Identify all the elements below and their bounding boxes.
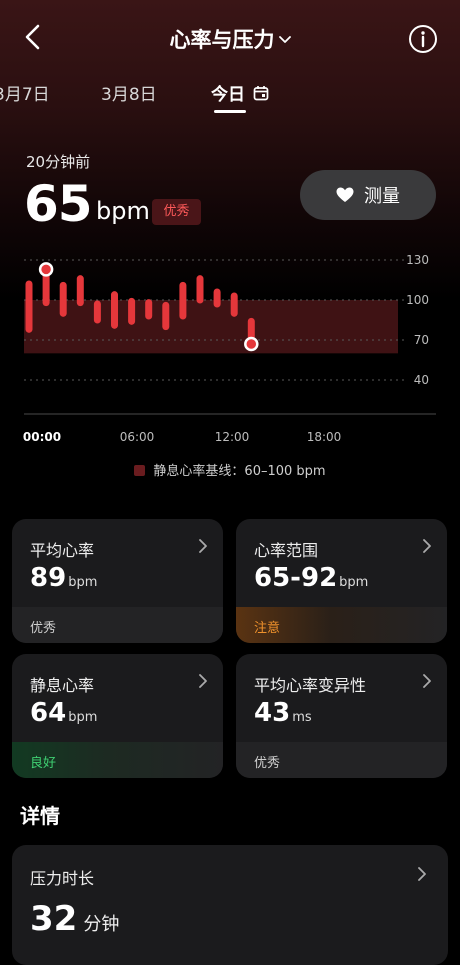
heart-rate-value: 65: [24, 175, 93, 233]
tab-mar-7[interactable]: 3月7日: [0, 80, 50, 105]
card-footer: 良好: [12, 742, 223, 778]
heart-rate-unit: bpm: [96, 197, 150, 225]
card-value: 64 bpm: [30, 698, 97, 728]
card-footer-text: 优秀: [254, 756, 281, 771]
max-marker: [38, 262, 54, 277]
y-tick-label: 70: [414, 333, 429, 347]
x-tick-label: 18:00: [307, 430, 342, 444]
min-marker: [244, 336, 259, 352]
stress-duration-value: 32 分钟: [30, 899, 119, 939]
card-value-unit: ms: [292, 710, 312, 725]
section-title-details: 详情: [20, 804, 60, 828]
card-footer-text: 注意: [254, 621, 281, 636]
card-footer: 注意: [236, 607, 447, 643]
tab-label: 3月8日: [101, 85, 157, 105]
card-heart-rate-range[interactable]: 心率范围 65-92 bpm 注意: [236, 519, 447, 643]
card-title: 平均心率变异性: [254, 676, 367, 695]
card-value-unit: bpm: [339, 575, 369, 590]
card-value-number: 43: [254, 698, 291, 728]
card-average-heart-rate[interactable]: 平均心率 89 bpm 优秀: [12, 519, 223, 643]
chart-legend: 静息心率基线：60–100 bpm: [0, 460, 460, 479]
card-footer-text: 优秀: [30, 621, 57, 636]
card-title: 心率范围: [254, 541, 319, 560]
active-tab-indicator: [214, 110, 246, 113]
card-footer: 优秀: [12, 607, 223, 643]
card-stress-duration[interactable]: 压力时长 32 分钟: [12, 845, 448, 965]
heart-rate-chart[interactable]: 130 100 70 40 00:00 06:00 12:00 18:00: [0, 246, 460, 446]
card-value-unit: bpm: [68, 710, 98, 725]
tab-label: 今日: [211, 85, 245, 105]
chevron-right-icon: [423, 539, 431, 553]
legend-text: 静息心率基线：60–100 bpm: [153, 464, 326, 479]
card-value: 43 ms: [254, 698, 312, 728]
tab-mar-8[interactable]: 3月8日: [101, 80, 157, 105]
chevron-right-icon: [199, 674, 207, 688]
info-icon[interactable]: [408, 24, 438, 54]
baseline-band: [24, 300, 398, 354]
stress-duration-number: 32: [30, 899, 78, 939]
card-title: 压力时长: [30, 869, 95, 888]
measure-label: 测量: [364, 186, 400, 207]
card-average-hrv[interactable]: 平均心率变异性 43 ms 优秀: [236, 654, 447, 778]
x-tick-label: 06:00: [120, 430, 155, 444]
measure-time: 20分钟前: [26, 153, 91, 171]
tab-label: 3月7日: [0, 85, 50, 105]
legend-swatch: [134, 465, 146, 476]
status-badge: 优秀: [152, 199, 201, 225]
page-title-text: 心率与压力: [169, 28, 275, 52]
card-value-unit: bpm: [68, 575, 98, 590]
card-value-number: 89: [30, 563, 67, 593]
card-title: 平均心率: [30, 541, 95, 560]
card-value-number: 65-92: [254, 563, 338, 593]
page-title[interactable]: 心率与压力: [0, 24, 460, 54]
x-tick-label: 12:00: [215, 430, 250, 444]
card-title: 静息心率: [30, 676, 95, 695]
card-value: 89 bpm: [30, 563, 97, 593]
chevron-right-icon: [199, 539, 207, 553]
y-tick-label: 100: [406, 293, 429, 307]
tab-today[interactable]: 今日: [211, 80, 269, 105]
chevron-right-icon: [423, 674, 431, 688]
stress-duration-unit: 分钟: [83, 914, 120, 935]
card-footer: 优秀: [236, 742, 447, 778]
card-value-number: 64: [30, 698, 67, 728]
calendar-icon: [253, 86, 269, 101]
chevron-down-icon: [278, 36, 291, 43]
chevron-right-icon: [418, 867, 426, 881]
y-tick-label: 40: [414, 373, 429, 387]
x-tick-label: 00:00: [23, 430, 61, 444]
measure-button[interactable]: 测量: [300, 170, 436, 220]
card-footer-text: 良好: [30, 756, 57, 771]
card-value: 65-92 bpm: [254, 563, 368, 593]
card-resting-heart-rate[interactable]: 静息心率 64 bpm 良好: [12, 654, 223, 778]
y-tick-label: 130: [406, 253, 429, 267]
heart-icon: [336, 187, 354, 202]
